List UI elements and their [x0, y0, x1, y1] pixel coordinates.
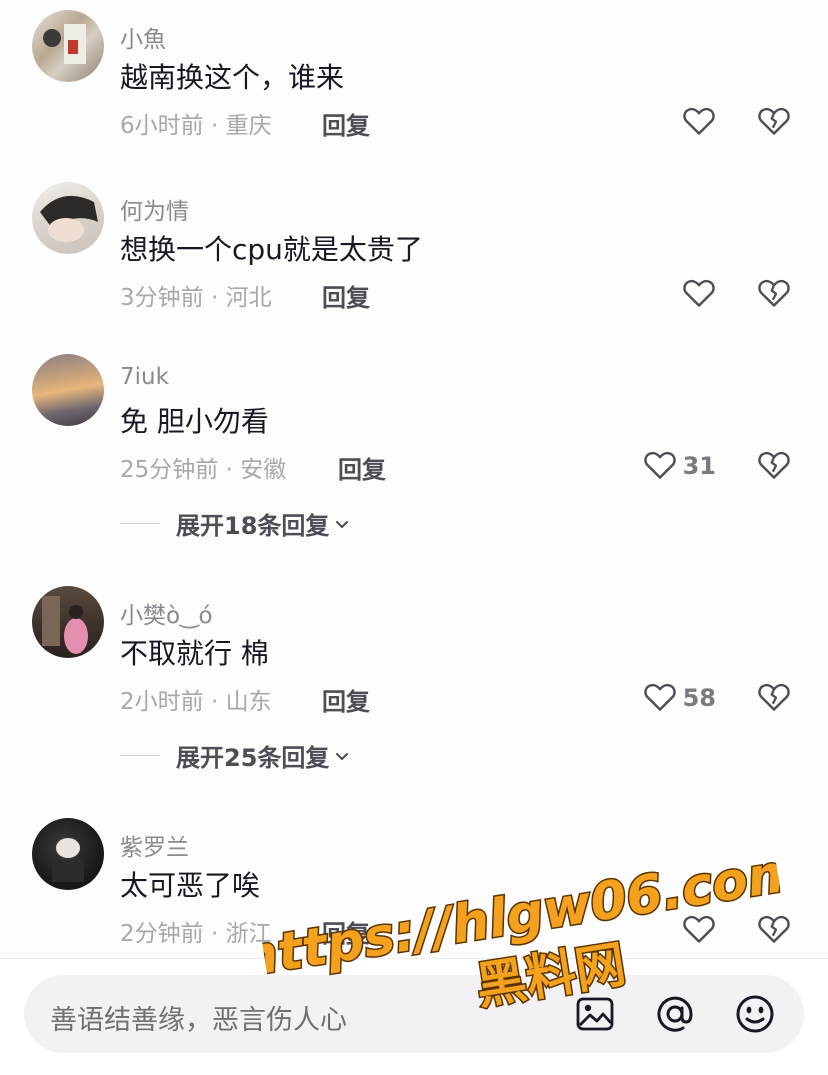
heart-icon — [643, 448, 677, 484]
like-button[interactable] — [682, 274, 716, 314]
heart-icon — [682, 912, 716, 948]
expand-replies-button[interactable]: 展开25条回复 — [120, 738, 351, 773]
broken-heart-icon — [757, 912, 791, 948]
heart-icon — [682, 104, 716, 140]
like-button[interactable]: 31 — [643, 446, 716, 486]
comment-meta: 6小时前 · 重庆 — [120, 113, 272, 139]
expand-replies-label: 展开18条回复 — [176, 512, 330, 540]
comment-text: 不取就行 棉 — [120, 637, 269, 670]
divider — [120, 523, 160, 524]
avatar[interactable] — [32, 586, 104, 658]
reply-button[interactable]: 回复 — [322, 682, 370, 717]
dislike-button[interactable] — [754, 678, 794, 718]
expand-replies-label: 展开25条回复 — [176, 744, 330, 772]
comment-username[interactable]: 小魚 — [120, 20, 166, 54]
reply-button[interactable]: 回复 — [338, 450, 386, 485]
comment-input-bar: 善语结善缘，恶言伤人心 — [0, 958, 828, 1075]
like-count: 58 — [682, 684, 716, 712]
emoji-icon[interactable] — [734, 993, 776, 1035]
avatar[interactable] — [32, 818, 104, 890]
broken-heart-icon — [757, 448, 791, 484]
at-icon[interactable] — [654, 993, 696, 1035]
reply-button[interactable]: 回复 — [322, 106, 370, 141]
expand-replies-button[interactable]: 展开18条回复 — [120, 506, 351, 541]
like-button[interactable]: 58 — [643, 678, 716, 718]
heart-icon — [643, 680, 677, 716]
comment-username[interactable]: 7iuk — [120, 364, 169, 390]
broken-heart-icon — [757, 276, 791, 312]
reply-button[interactable]: 回复 — [322, 278, 370, 313]
avatar[interactable] — [32, 354, 104, 426]
broken-heart-icon — [757, 104, 791, 140]
chevron-down-icon — [333, 747, 351, 765]
image-icon[interactable] — [574, 993, 616, 1035]
comment-meta: 2分钟前 · 浙江 — [120, 921, 272, 947]
chevron-down-icon — [333, 515, 351, 533]
comment-input[interactable]: 善语结善缘，恶言伤人心 — [24, 975, 804, 1053]
avatar[interactable] — [32, 182, 104, 254]
reply-button[interactable]: 回复 — [322, 914, 370, 949]
comment-username[interactable]: 何为情 — [120, 192, 189, 226]
dislike-button[interactable] — [754, 446, 794, 486]
comment-text: 免 胆小勿看 — [120, 405, 269, 438]
avatar[interactable] — [32, 10, 104, 82]
dislike-button[interactable] — [754, 910, 794, 950]
input-placeholder: 善语结善缘，恶言伤人心 — [50, 1005, 347, 1036]
like-button[interactable] — [682, 102, 716, 142]
like-button[interactable] — [682, 910, 716, 950]
comment-username[interactable]: 紫罗兰 — [120, 828, 189, 862]
comment-meta: 25分钟前 · 安徽 — [120, 457, 287, 483]
heart-icon — [682, 276, 716, 312]
like-count: 31 — [682, 452, 716, 480]
broken-heart-icon — [757, 680, 791, 716]
dislike-button[interactable] — [754, 102, 794, 142]
comment-meta: 2小时前 · 山东 — [120, 689, 272, 715]
comment-username[interactable]: 小樊ὸ‿ό — [120, 596, 213, 630]
comment-meta: 3分钟前 · 河北 — [120, 285, 272, 311]
dislike-button[interactable] — [754, 274, 794, 314]
comment-text: 越南换这个，谁来 — [120, 61, 345, 94]
comment-text: 太可恶了唉 — [120, 869, 261, 902]
comment-text: 想换一个cpu就是太贵了 — [120, 233, 423, 266]
divider — [120, 755, 160, 756]
